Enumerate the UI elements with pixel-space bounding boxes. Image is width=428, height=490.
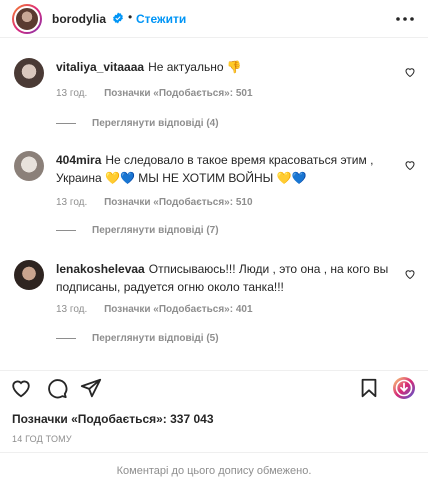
commenter-avatar[interactable]: [14, 58, 44, 88]
like-heart-icon[interactable]: [10, 377, 32, 399]
post-header: borodylia • Стежити: [0, 0, 428, 38]
view-replies-button[interactable]: Переглянути відповіді (5): [56, 333, 219, 344]
comment-username[interactable]: 404mira: [56, 153, 101, 167]
save-bookmark-icon[interactable]: [358, 377, 380, 399]
view-replies-button[interactable]: Переглянути відповіді (4): [56, 118, 219, 129]
comment-meta: 13 год. Позначки «Подобається»: 401: [56, 304, 267, 315]
share-paper-plane-icon[interactable]: [80, 377, 102, 399]
comment-body: Не следовало в такое время красоваться э…: [56, 153, 374, 185]
comment-bubble-icon[interactable]: [46, 377, 68, 399]
like-comment-heart-icon[interactable]: [404, 159, 416, 171]
commenter-avatar[interactable]: [14, 151, 44, 181]
post-likes-count[interactable]: Позначки «Подобається»: 337 043: [12, 412, 214, 426]
comments-restricted-notice: Коментарі до цього допису обмежено.: [0, 452, 428, 490]
comment-meta: 13 год. Позначки «Подобається»: 510: [56, 197, 267, 208]
view-replies-label[interactable]: Переглянути відповіді (4): [92, 118, 219, 129]
author-username[interactable]: borodylia: [52, 12, 106, 26]
comment-body: Не актуально 👎: [148, 60, 242, 74]
comment-text-block: vitaliya_vitaaaa Не актуально 👎: [56, 58, 396, 76]
comment-likes[interactable]: Позначки «Подобається»: 510: [104, 197, 252, 208]
view-replies-label[interactable]: Переглянути відповіді (7): [92, 225, 219, 236]
like-comment-heart-icon[interactable]: [404, 268, 416, 280]
author-avatar[interactable]: [12, 4, 42, 34]
like-comment-heart-icon[interactable]: [404, 66, 416, 78]
separator-dot: •: [128, 10, 133, 24]
more-options-icon[interactable]: [394, 11, 416, 27]
comment-likes[interactable]: Позначки «Подобається»: 401: [104, 304, 252, 315]
verified-badge-icon: [113, 12, 123, 24]
post-action-bar: [0, 370, 428, 403]
comment-time: 13 год.: [56, 197, 88, 208]
comment-username[interactable]: lenakoshelevaa: [56, 262, 145, 276]
follow-button[interactable]: Стежити: [136, 12, 186, 26]
comment-username[interactable]: vitaliya_vitaaaa: [56, 60, 144, 74]
replies-divider-line: [56, 123, 76, 124]
comment-meta: 13 год. Позначки «Подобається»: 501: [56, 88, 267, 99]
post-timestamp: 14 ГОД ТОМУ: [12, 434, 72, 444]
replies-divider-line: [56, 230, 76, 231]
replies-divider-line: [56, 338, 76, 339]
view-replies-button[interactable]: Переглянути відповіді (7): [56, 225, 219, 236]
comment-time: 13 год.: [56, 304, 88, 315]
comment-likes[interactable]: Позначки «Подобається»: 501: [104, 88, 252, 99]
comment-time: 13 год.: [56, 88, 88, 99]
comment-text-block: 404mira Не следовало в такое время красов…: [56, 151, 396, 187]
commenter-avatar[interactable]: [14, 260, 44, 290]
view-replies-label[interactable]: Переглянути відповіді (5): [92, 333, 219, 344]
comment-text-block: lenakoshelevaa Отписываюсь!!! Люди , это …: [56, 260, 396, 296]
download-extension-icon[interactable]: [392, 376, 416, 400]
